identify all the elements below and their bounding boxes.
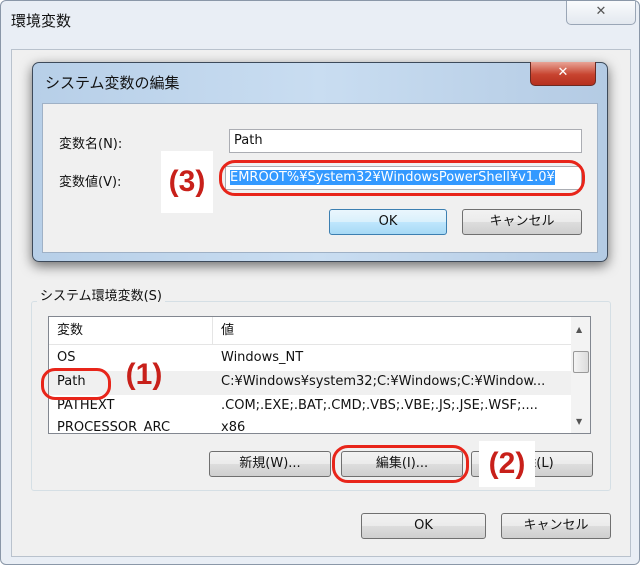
dialog-cancel-button[interactable]: キャンセル: [462, 209, 582, 235]
close-icon[interactable]: ✕: [566, 1, 636, 25]
dialog-ok-button[interactable]: OK: [329, 209, 447, 235]
new-button[interactable]: 新規(W)...: [209, 451, 331, 477]
var-name: PROCESSOR_ARC: [57, 420, 171, 434]
var-value: x86: [221, 420, 246, 434]
variable-value-label: 変数値(V):: [59, 175, 122, 190]
variable-name-label: 変数名(N):: [59, 137, 123, 152]
dialog-title: システム変数の編集: [45, 74, 180, 92]
column-header-label: 値: [221, 323, 235, 338]
column-header-label: 変数: [57, 323, 84, 338]
dialog-client: 変数名(N): Path 変数値(V): (3) EMROOT%¥System3…: [42, 103, 598, 253]
annotation-ring-3: [219, 160, 585, 196]
var-name: OS: [57, 350, 76, 365]
scroll-thumb[interactable]: [573, 351, 589, 373]
scroll-up-icon[interactable]: ▲: [576, 325, 582, 334]
column-header-name[interactable]: 変数: [49, 317, 213, 345]
table-row[interactable]: PROCESSOR_ARC x86: [49, 417, 571, 434]
scroll-down-icon[interactable]: ▼: [576, 417, 582, 426]
window-title: 環境変数: [11, 12, 72, 30]
annotation-step-2: (2): [479, 441, 535, 487]
vertical-scrollbar[interactable]: ▲ ▼: [571, 317, 590, 433]
variable-name-input[interactable]: Path: [229, 129, 582, 153]
var-value: Windows_NT: [221, 350, 304, 365]
column-header-value[interactable]: 値: [213, 317, 571, 345]
cancel-button[interactable]: キャンセル: [501, 513, 611, 539]
table-row[interactable]: PATHEXT .COM;.EXE;.BAT;.CMD;.VBS;.VBE;.JS…: [49, 395, 571, 419]
annotation-ring-2: [332, 445, 469, 483]
annotation-step-1: (1): [125, 358, 163, 391]
group-title: システム環境変数(S): [37, 285, 166, 304]
close-icon[interactable]: ✕: [530, 62, 596, 86]
annotation-ring-1: [41, 368, 111, 400]
ok-button[interactable]: OK: [361, 513, 486, 539]
edit-system-variable-dialog: システム変数の編集 ✕ 変数名(N): Path 変数値(V): (3) EMR…: [32, 62, 608, 262]
var-value: .COM;.EXE;.BAT;.CMD;.VBS;.VBE;.JS;.JSE;.…: [221, 398, 538, 413]
var-value: C:¥Windows¥system32;C:¥Windows;C:¥Window…: [221, 374, 546, 389]
annotation-step-3: (3): [161, 151, 213, 213]
